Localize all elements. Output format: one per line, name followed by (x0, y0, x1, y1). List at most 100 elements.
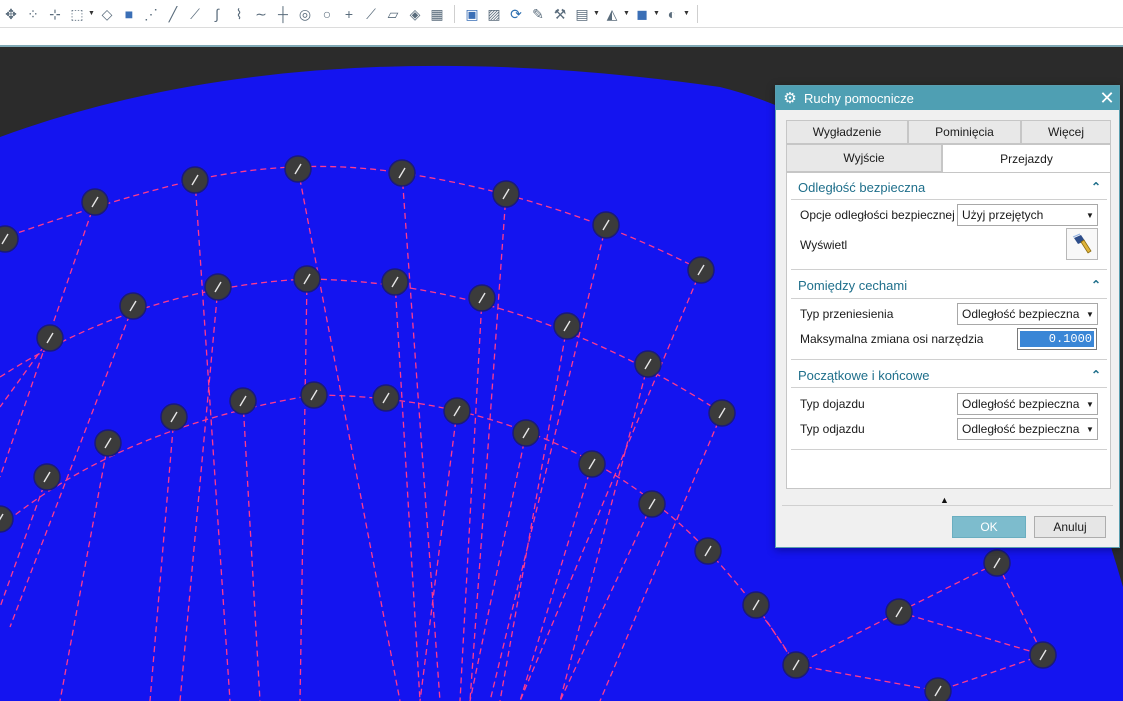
chevron-up-icon[interactable]: ⌃ (1088, 278, 1104, 292)
hole[interactable] (553, 312, 581, 340)
dropdown-caret-icon[interactable]: ▼ (683, 10, 691, 17)
box-select-icon[interactable]: ⬚ (66, 3, 88, 25)
hole[interactable] (293, 265, 321, 293)
dropdown-caret-icon[interactable]: ▼ (653, 10, 661, 17)
hole[interactable] (33, 463, 61, 491)
hole[interactable] (300, 381, 328, 409)
polyline-icon[interactable]: ⌇ (228, 3, 250, 25)
hole[interactable] (694, 537, 722, 565)
hole[interactable] (372, 384, 400, 412)
circle-icon[interactable]: ◎ (294, 3, 316, 25)
max-axis-change-input[interactable]: 0.1000 (1017, 328, 1097, 350)
move-icon[interactable]: ✥ (0, 3, 22, 25)
dropdown-caret-icon[interactable]: ▼ (593, 10, 601, 17)
hole[interactable] (592, 211, 620, 239)
flashlight-button[interactable] (1066, 228, 1098, 260)
image-icon[interactable]: ▨ (483, 3, 505, 25)
spline-icon[interactable]: ∼ (250, 3, 272, 25)
tab-output[interactable]: Wyjście (786, 144, 942, 172)
dropdown-caret-icon[interactable]: ▼ (88, 10, 96, 17)
cube-icon[interactable]: ■ (118, 3, 140, 25)
hole[interactable] (924, 677, 952, 701)
dialog-title: Ruchy pomocnicze (804, 90, 914, 106)
safe-distance-options-select[interactable]: Użyj przejętych ▼ (957, 204, 1098, 226)
toolbar-separator (697, 4, 698, 23)
tab-label: Więcej (1047, 125, 1084, 139)
hole[interactable] (94, 429, 122, 457)
pen-icon[interactable]: ✎ (527, 3, 549, 25)
view-icon[interactable]: ▣ (461, 3, 483, 25)
tab-skips[interactable]: Pominięcia (908, 120, 1021, 144)
hole[interactable] (638, 490, 666, 518)
hole[interactable] (284, 155, 312, 183)
diagonal-icon[interactable]: ⟋ (360, 3, 382, 25)
close-icon[interactable]: ✕ (1095, 86, 1119, 110)
node-icon[interactable]: ⊹ (44, 3, 66, 25)
departure-type-label: Typ odjazdu (800, 422, 865, 436)
hole[interactable] (634, 350, 662, 378)
plus-icon[interactable]: + (338, 3, 360, 25)
hole[interactable] (160, 403, 188, 431)
section-between-features[interactable]: Pomiędzy cechami ⌃ (793, 274, 1104, 296)
hole[interactable] (36, 324, 64, 352)
point-set-icon[interactable]: ⁘ (22, 3, 44, 25)
tab-label: Wygładzenie (812, 125, 882, 139)
hole[interactable] (0, 225, 19, 253)
approach-type-select[interactable]: Odległość bezpieczna ▼ (957, 393, 1098, 415)
solid-icon[interactable]: ◼ (631, 3, 653, 25)
hole[interactable] (204, 273, 232, 301)
transfer-type-select[interactable]: Odległość bezpieczna ▼ (957, 303, 1098, 325)
departure-type-select[interactable]: Odległość bezpieczna ▼ (957, 418, 1098, 440)
line-icon[interactable]: ╱ (162, 3, 184, 25)
tab-more[interactable]: Więcej (1021, 120, 1111, 144)
hole[interactable] (742, 591, 770, 619)
grid-icon[interactable]: ▦ (426, 3, 448, 25)
hole[interactable] (229, 387, 257, 415)
sketch-icon[interactable]: ◇ (96, 3, 118, 25)
chevron-up-icon[interactable]: ⌃ (1088, 368, 1104, 382)
hole[interactable] (388, 159, 416, 187)
hole[interactable] (381, 268, 409, 296)
hole[interactable] (181, 166, 209, 194)
hole[interactable] (119, 292, 147, 320)
render-icon[interactable]: ◐ (661, 3, 683, 25)
dialog-title-bar[interactable]: ⚙ Ruchy pomocnicze ✕ (776, 86, 1119, 110)
line-segment-icon[interactable]: ⟋ (184, 3, 206, 25)
section-safe-distance[interactable]: Odległość bezpieczna ⌃ (793, 176, 1104, 198)
sheet-icon[interactable]: ▱ (382, 3, 404, 25)
intersect-icon[interactable]: ┼ (272, 3, 294, 25)
hole[interactable] (1029, 641, 1057, 669)
hole[interactable] (782, 651, 810, 679)
shade-icon[interactable]: ◭ (601, 3, 623, 25)
refresh-icon[interactable]: ⟳ (505, 3, 527, 25)
tab-smoothing[interactable]: Wygładzenie (786, 120, 908, 144)
collapse-arrow-icon[interactable]: ▲ (940, 495, 949, 505)
hole[interactable] (983, 549, 1011, 577)
hole[interactable] (443, 397, 471, 425)
mesh-icon[interactable]: ⋰ (140, 3, 162, 25)
hole[interactable] (492, 180, 520, 208)
select-value: Użyj przejętych (962, 208, 1044, 222)
table-icon[interactable]: ▤ (571, 3, 593, 25)
hole[interactable] (708, 399, 736, 427)
toolbar-separator (454, 4, 455, 23)
target-icon[interactable]: ○ (316, 3, 338, 25)
secondary-toolbar (0, 28, 1123, 47)
tab-transfers[interactable]: Przejazdy (942, 144, 1111, 173)
hole[interactable] (687, 256, 715, 284)
hole[interactable] (512, 419, 540, 447)
cancel-button[interactable]: Anuluj (1034, 516, 1106, 538)
hole[interactable] (885, 598, 913, 626)
chevron-up-icon[interactable]: ⌃ (1088, 180, 1104, 194)
dropdown-caret-icon[interactable]: ▼ (623, 10, 631, 17)
tab-label: Przejazdy (1000, 151, 1053, 166)
select-value: Odległość bezpieczna (962, 307, 1080, 321)
hole[interactable] (468, 284, 496, 312)
ok-button[interactable]: OK (952, 516, 1026, 538)
curve-icon[interactable]: ∫ (206, 3, 228, 25)
tool-icon[interactable]: ⚒ (549, 3, 571, 25)
hole[interactable] (578, 450, 606, 478)
section-start-end[interactable]: Początkowe i końcowe ⌃ (793, 364, 1104, 386)
layers-icon[interactable]: ◈ (404, 3, 426, 25)
hole[interactable] (81, 188, 109, 216)
